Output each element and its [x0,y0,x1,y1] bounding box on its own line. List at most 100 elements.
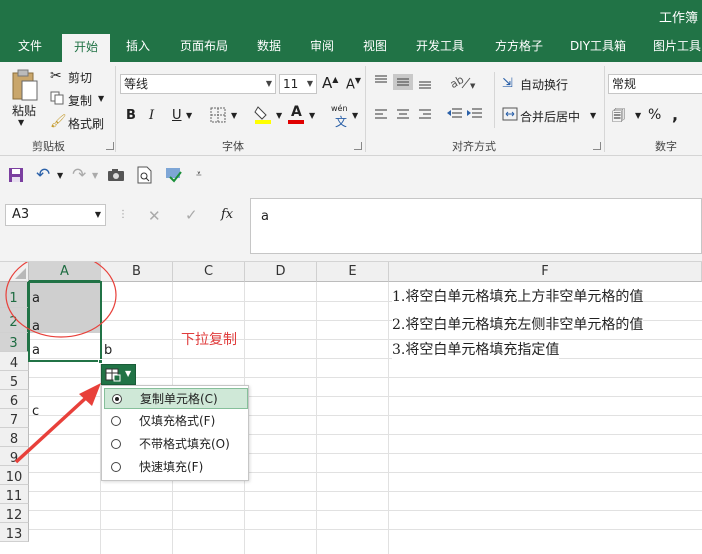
paste-icon[interactable] [10,68,40,102]
customize-qat-icon[interactable]: ⩡ [196,169,202,180]
decrease-font-button[interactable]: A▼ [346,76,361,92]
bold-button[interactable]: B [126,108,136,123]
phonetic-icon[interactable]: wén 文 [331,104,351,129]
number-format-select[interactable]: 常规 [608,74,702,94]
tab-view[interactable]: 视图 [352,32,398,62]
tab-page-layout[interactable]: 页面布局 [170,32,238,62]
formula-bar: A3 ▼ ⋮ ✕ ✓ fx a [0,194,702,262]
copy-button[interactable]: 复制 [68,92,92,109]
autofill-format-only[interactable]: 仅填充格式(F) [104,411,248,432]
autofill-copy-cells[interactable]: 复制单元格(C) [104,388,248,409]
group-separator [604,66,605,152]
wrap-text-button[interactable]: 自动换行 [520,76,568,93]
camera-icon[interactable] [107,168,125,182]
print-preview-icon[interactable] [137,166,153,184]
fill-color-dropdown-icon[interactable]: ▼ [276,111,282,120]
quick-access-toolbar: ↶ ▼ ↷ ▼ ⩡ [0,156,702,194]
autofill-without-format[interactable]: 不带格式填充(O) [104,434,248,455]
radio-icon [111,439,121,449]
copy-dropdown-icon[interactable]: ▼ [98,94,104,103]
tab-fangfang[interactable]: 方方格子 [484,32,554,62]
merge-dropdown-icon[interactable]: ▼ [590,111,596,120]
clipboard-launcher-icon[interactable] [106,142,114,150]
horizontal-align-icons[interactable] [373,108,439,122]
paste-button[interactable]: 粘贴 [12,102,36,119]
font-color-icon[interactable]: A [288,104,304,124]
comma-style-button[interactable]: , [672,105,678,124]
cancel-icon[interactable]: ✕ [148,207,161,225]
name-box[interactable]: A3 ▼ [5,204,106,226]
font-name-select[interactable]: 等线 ▼ [120,74,276,94]
tab-diy-toolbox[interactable]: DIY工具箱 [562,32,634,62]
formula-input[interactable]: a [250,198,702,254]
ribbon: 粘贴 ▼ ✂ 剪切 复制 ▼ 🖌 格式刷 剪贴板 等线 ▼ 11 ▼ A▲ A▼ B… [0,62,702,156]
font-name-value: 等线 [124,77,149,91]
tab-review[interactable]: 审阅 [298,32,346,62]
insert-function-button[interactable]: fx [221,207,233,222]
group-separator [365,66,366,152]
phonetic-char: 文 [335,115,348,129]
autofill-copy-cells-label: 复制单元格(C) [140,392,218,406]
indent-icons[interactable] [446,107,486,123]
phonetic-dropdown-icon[interactable]: ▼ [352,111,358,120]
percent-style-button[interactable]: % [648,107,661,123]
accounting-format-icon[interactable]: 🗐 [612,107,625,129]
vertical-align-icons[interactable] [373,74,439,90]
italic-button[interactable]: I [149,108,154,123]
font-size-value: 11 [283,77,299,91]
underline-button[interactable]: U [172,108,182,123]
chevron-down-icon: ▼ [94,210,101,219]
formula-value: a [261,209,269,224]
autofill-flash-fill[interactable]: 快速填充(F) [104,457,248,478]
underline-dropdown-icon[interactable]: ▼ [186,111,192,120]
chevron-down-icon: ▼ [306,79,313,88]
radio-icon [111,416,121,426]
phonetic-pinyin: wén [331,104,348,113]
tab-developer[interactable]: 开发工具 [404,32,476,62]
format-painter-icon: 🖌 [50,114,67,129]
font-color-dropdown-icon[interactable]: ▼ [309,111,315,120]
merge-center-icon [502,107,518,121]
font-color-glyph: A [291,104,302,120]
number-format-value: 常规 [612,77,637,91]
undo-dropdown-icon[interactable]: ▼ [57,171,63,180]
autofill-flash-fill-label: 快速填充(F) [139,460,204,474]
alignment-group-label: 对齐方式 [452,140,496,153]
format-painter-button[interactable]: 格式刷 [68,115,104,132]
name-box-value: A3 [12,207,30,222]
undo-icon[interactable]: ↶ [36,165,50,185]
fill-color-icon[interactable] [254,104,272,124]
tab-picture-tools[interactable]: 图片工具 [644,32,702,62]
tab-home[interactable]: 开始 [62,32,110,62]
borders-icon[interactable] [210,107,226,123]
spelling-icon[interactable] [165,166,183,184]
font-size-select[interactable]: 11 ▼ [279,74,317,94]
redo-icon[interactable]: ↷ [72,165,86,185]
svg-text:▼: ▼ [470,82,476,90]
worksheet-grid[interactable]: A B C D E F 1 2 3 4 5 6 7 8 9 10 11 12 1… [0,262,702,554]
tab-insert[interactable]: 插入 [114,32,162,62]
save-icon[interactable] [8,167,24,183]
borders-dropdown-icon[interactable]: ▼ [231,111,237,120]
group-separator [494,72,495,128]
alignment-launcher-icon[interactable] [593,142,601,150]
tab-file[interactable]: 文件 [4,32,56,62]
autofill-options-button[interactable]: ▼ [101,364,136,385]
enter-icon[interactable]: ✓ [185,206,198,224]
increase-font-button[interactable]: A▲ [322,74,338,92]
tab-data[interactable]: 数据 [246,32,292,62]
title-bar: 工作簿 [0,0,702,32]
autofill-format-only-label: 仅填充格式(F) [139,414,216,428]
cut-button[interactable]: 剪切 [68,69,92,86]
font-launcher-icon[interactable] [354,142,362,150]
orientation-icon[interactable]: ab ▼ [448,72,476,92]
merge-center-button[interactable]: 合并后居中 [520,108,580,125]
autofill-dropdown-icon: ▼ [125,369,132,378]
paste-dropdown-icon[interactable]: ▼ [18,118,24,127]
accounting-dropdown-icon[interactable]: ▼ [635,111,641,120]
cut-icon: ✂ [50,68,62,84]
redo-dropdown-icon[interactable]: ▼ [92,171,98,180]
font-group-label: 字体 [222,140,244,153]
annotation-arrow-shaft [14,394,90,464]
group-separator [115,66,116,152]
